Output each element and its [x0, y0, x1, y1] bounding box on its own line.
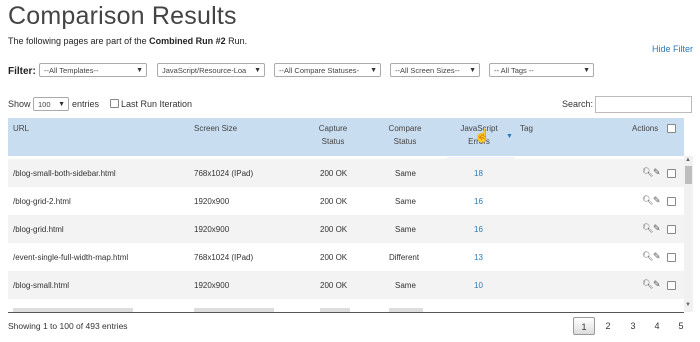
page-2-button[interactable]: 2: [597, 317, 619, 335]
url-cell: /event-single-full-width-map.html: [13, 253, 129, 262]
col-url[interactable]: URL: [13, 124, 29, 133]
url-cell: /blog-grid-2.html: [13, 197, 71, 206]
pencil-icon[interactable]: ✎: [653, 251, 661, 262]
col-compare-status[interactable]: Compare Status: [382, 124, 428, 146]
compare-cell: Same: [395, 197, 416, 206]
pencil-icon[interactable]: ✎: [653, 223, 661, 234]
hand-cursor-icon: ☝: [474, 128, 491, 143]
last-run-label: Last Run Iteration: [121, 99, 193, 109]
magnifier-icon[interactable]: 🔍︎: [642, 167, 653, 178]
scroll-down-icon[interactable]: ▼: [685, 302, 691, 308]
entries-info: Showing 1 to 100 of 493 entries: [8, 321, 128, 331]
filter-label: Filter:: [8, 66, 36, 77]
screen-cell: 768x1024 (IPad): [194, 169, 254, 178]
row-checkbox[interactable]: [667, 169, 676, 178]
table-row-partial: [8, 299, 684, 312]
select-all-checkbox[interactable]: [667, 124, 676, 133]
search-label: Search:: [562, 99, 594, 109]
caret-down-icon: ▼: [583, 67, 590, 74]
compare-status-select[interactable]: --All Compare Statuses- ▼: [274, 63, 381, 77]
col-tag[interactable]: Tag: [520, 124, 533, 133]
table-header: URL Screen Size Capture Status Compare S…: [8, 118, 684, 156]
url-cell: /blog-grid.html: [13, 225, 64, 234]
scrollbar-thumb[interactable]: [685, 166, 692, 184]
capture-cell: 200 OK: [320, 169, 348, 178]
table-row[interactable]: /blog-small.html 1920x900 200 OK Same 10…: [8, 271, 684, 299]
url-cell: /blog-small-both-sidebar.html: [13, 169, 116, 178]
caret-down-icon: ▼: [469, 67, 476, 74]
row-checkbox[interactable]: [667, 281, 676, 290]
page-subtitle: The following pages are part of the Comb…: [8, 36, 248, 46]
search-input[interactable]: [595, 96, 692, 113]
table-row[interactable]: /blog-grid.html 1920x900 200 OK Same 16 …: [8, 215, 684, 243]
compare-cell: Same: [395, 169, 416, 178]
pencil-icon[interactable]: ✎: [653, 279, 661, 290]
screen-cell: 1920x900: [194, 197, 230, 206]
js-errors-link[interactable]: 10: [474, 281, 483, 290]
table-row[interactable]: /event-single-full-width-map.html 768x10…: [8, 243, 684, 271]
page-title: Comparison Results: [8, 2, 237, 30]
screen-cell: 768x1024 (IPad): [194, 253, 254, 262]
page-3-button[interactable]: 3: [622, 317, 644, 335]
url-cell: /blog-small.html: [13, 281, 70, 290]
page-1-button[interactable]: 1: [573, 317, 595, 335]
caret-down-icon: ▼: [370, 67, 377, 74]
pencil-icon[interactable]: ✎: [653, 195, 661, 206]
page-length-select[interactable]: 100 ▼: [33, 97, 69, 111]
resource-select[interactable]: JavaScript/Resource-Loa ▼: [157, 63, 265, 77]
js-errors-link[interactable]: 18: [474, 169, 483, 178]
caret-down-icon: ▼: [136, 67, 143, 74]
js-errors-link[interactable]: 16: [474, 225, 483, 234]
magnifier-icon[interactable]: 🔍︎: [642, 195, 653, 206]
caret-down-icon: ▼: [254, 67, 261, 74]
tags-select[interactable]: -- All Tags -- ▼: [489, 63, 594, 77]
magnifier-icon[interactable]: 🔍︎: [642, 279, 653, 290]
magnifier-icon[interactable]: 🔍︎: [642, 251, 653, 262]
compare-cell: Same: [395, 225, 416, 234]
compare-cell: Different: [389, 253, 420, 262]
sort-desc-icon: ▼: [506, 133, 513, 140]
scroll-up-icon[interactable]: ▲: [685, 157, 691, 163]
col-screen-size[interactable]: Screen Size: [194, 124, 237, 133]
compare-cell: Same: [395, 281, 416, 290]
entries-label: entries: [72, 99, 100, 109]
js-errors-link[interactable]: 13: [474, 253, 483, 262]
capture-cell: 200 OK: [320, 225, 348, 234]
caret-down-icon: ▼: [58, 101, 65, 108]
templates-select[interactable]: --All Templates-- ▼: [39, 63, 147, 77]
pencil-icon[interactable]: ✎: [653, 167, 661, 178]
run-name: Combined Run #2: [149, 36, 226, 46]
screen-cell: 1920x900: [194, 281, 230, 290]
show-label: Show: [8, 99, 31, 109]
table-row[interactable]: /blog-grid-2.html 1920x900 200 OK Same 1…: [8, 187, 684, 215]
hide-filter-link[interactable]: Hide Filter: [652, 44, 693, 54]
row-checkbox[interactable]: [667, 197, 676, 206]
last-run-checkbox[interactable]: [110, 99, 119, 108]
table-row[interactable]: /blog-small-both-sidebar.html 768x1024 (…: [8, 159, 684, 187]
row-checkbox[interactable]: [667, 253, 676, 262]
row-checkbox[interactable]: [667, 225, 676, 234]
col-capture-status[interactable]: Capture Status: [310, 124, 356, 146]
screen-cell: 1920x900: [194, 225, 230, 234]
page-5-button[interactable]: 5: [670, 317, 692, 335]
js-errors-link[interactable]: 16: [474, 197, 483, 206]
table-bottom-border: [8, 312, 684, 313]
screen-sizes-select[interactable]: --All Screen Sizes-- ▼: [390, 63, 480, 77]
magnifier-icon[interactable]: 🔍︎: [642, 223, 653, 234]
page-4-button[interactable]: 4: [646, 317, 668, 335]
col-actions: Actions: [632, 124, 659, 133]
capture-cell: 200 OK: [320, 253, 348, 262]
capture-cell: 200 OK: [320, 197, 348, 206]
capture-cell: 200 OK: [320, 281, 348, 290]
